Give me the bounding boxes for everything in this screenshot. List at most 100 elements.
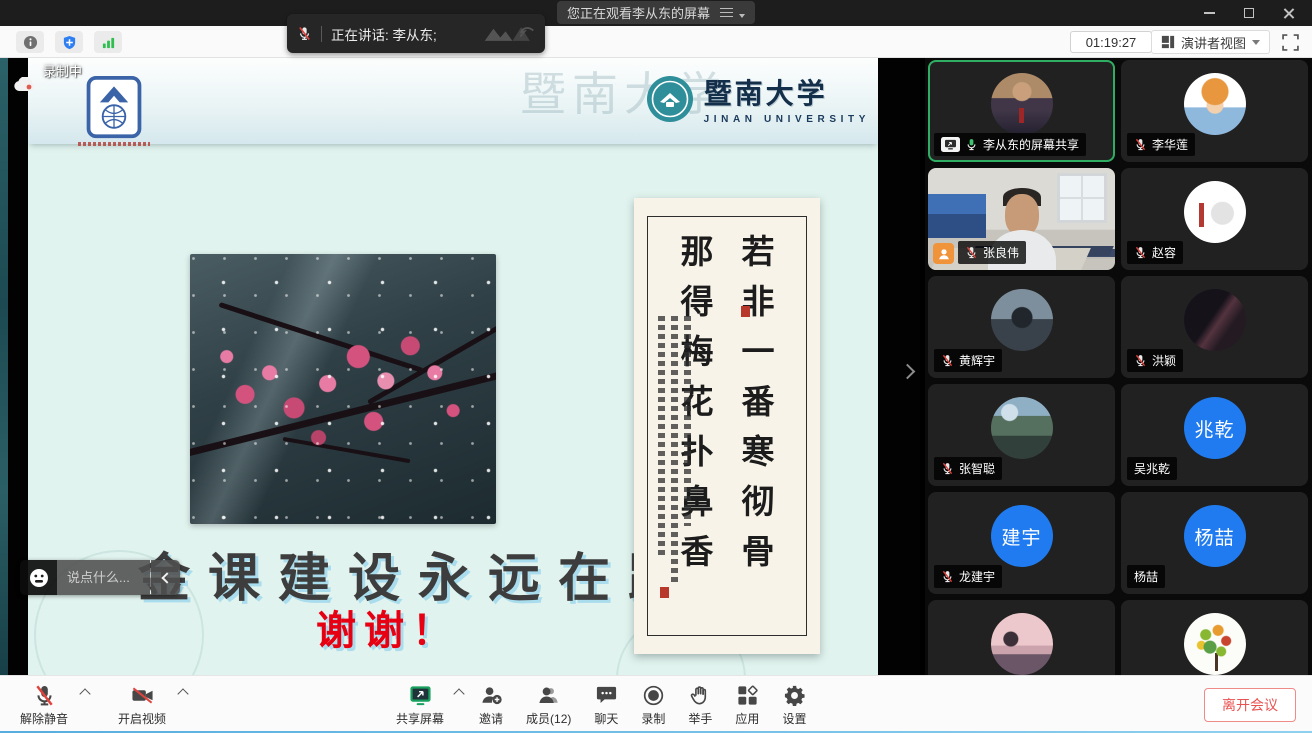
signal-bars-icon xyxy=(101,35,116,50)
meeting-info-button[interactable] xyxy=(16,31,44,53)
participant-tile[interactable]: 张智聪 xyxy=(928,384,1115,486)
status-toolbar: 01:19:27 演讲者视图 xyxy=(0,26,1312,58)
participant-name: 吴兆乾 xyxy=(1134,460,1170,477)
layout-icon xyxy=(1161,35,1175,49)
unmute-button[interactable]: 解除静音 xyxy=(16,676,72,733)
participant-tile-video[interactable]: 张良伟 xyxy=(928,168,1115,270)
chat-input[interactable] xyxy=(67,570,145,585)
leave-meeting-button[interactable]: 离开会议 xyxy=(1204,688,1296,722)
network-quality-button[interactable] xyxy=(94,31,122,53)
chevron-left-icon xyxy=(161,572,172,583)
slide-header: 暨南大学 暨南大学 JINAN UNIVERSITY xyxy=(28,58,878,144)
participant-tile[interactable] xyxy=(1121,600,1308,675)
fullscreen-icon xyxy=(1282,34,1299,51)
smiley-icon xyxy=(29,568,49,588)
participant-name-chip: 杨喆 xyxy=(1127,565,1165,588)
plum-blossom-photo xyxy=(190,254,496,524)
mic-muted-icon xyxy=(941,354,954,367)
collapse-chat-button[interactable] xyxy=(151,560,180,595)
raise-hand-button[interactable]: 举手 xyxy=(684,676,716,733)
annotation-tools-icon xyxy=(483,23,535,45)
shield-icon xyxy=(62,35,77,50)
share-options-caret[interactable] xyxy=(453,688,464,699)
menu-icon[interactable] xyxy=(720,8,733,17)
invite-icon xyxy=(480,684,503,707)
participant-name: 李华莲 xyxy=(1152,136,1188,153)
share-screen-button[interactable]: 共享屏幕 xyxy=(392,676,448,733)
raise-hand-icon xyxy=(689,684,712,707)
maximize-button[interactable] xyxy=(1236,3,1262,23)
avatar xyxy=(991,289,1053,351)
window-controls xyxy=(1196,0,1302,26)
avatar xyxy=(1184,73,1246,135)
maximize-icon xyxy=(1244,8,1254,18)
participant-name: 龙建宇 xyxy=(959,568,995,585)
participant-tile[interactable]: 赵容 xyxy=(1121,168,1308,270)
red-seal xyxy=(660,587,669,598)
participant-name: 张智聪 xyxy=(959,460,995,477)
participant-tile[interactable]: 洪颖 xyxy=(1121,276,1308,378)
watching-screen-banner[interactable]: 您正在观看李从东的屏幕 xyxy=(557,1,755,24)
participant-name-chip: 李华莲 xyxy=(1127,133,1195,156)
mic-muted-icon xyxy=(33,684,56,707)
participant-name-chip: 李从东的屏幕共享 xyxy=(934,133,1086,156)
desktop-edge xyxy=(0,58,8,675)
participant-name-chip: 黄辉宇 xyxy=(934,349,1002,372)
red-seal xyxy=(741,306,750,317)
minimize-button[interactable] xyxy=(1196,3,1222,23)
calligraphy-scroll: 若非一番寒彻骨 那得梅花扑鼻香 xyxy=(634,198,820,654)
invite-button[interactable]: 邀请 xyxy=(475,676,507,733)
apps-button[interactable]: 应用 xyxy=(731,676,763,733)
university-name-cn: 暨南大学 xyxy=(704,72,870,112)
participant-name-chip: 赵容 xyxy=(1127,241,1183,264)
emoji-button[interactable] xyxy=(20,560,57,595)
avatar xyxy=(1184,181,1246,243)
participant-name-chip: 张智聪 xyxy=(934,457,1002,480)
participant-tile[interactable]: 黄辉宇 xyxy=(928,276,1115,378)
gear-icon xyxy=(783,684,806,707)
camera-off-icon xyxy=(131,684,154,707)
chat-button[interactable]: 聊天 xyxy=(590,676,622,733)
chat-icon xyxy=(595,684,618,707)
close-icon xyxy=(1283,7,1295,19)
screen-share-icon xyxy=(941,137,960,152)
video-options-caret[interactable] xyxy=(177,688,188,699)
speaking-label: 正在讲话: 李从东; xyxy=(331,24,437,44)
record-icon xyxy=(642,684,665,707)
record-button[interactable]: 录制 xyxy=(637,676,669,733)
view-mode-button[interactable]: 演讲者视图 xyxy=(1151,30,1270,54)
close-button[interactable] xyxy=(1276,3,1302,23)
settings-button[interactable]: 设置 xyxy=(778,676,810,733)
members-button[interactable]: 成员(12) xyxy=(522,676,575,733)
slide-thanks: 谢谢！ xyxy=(48,598,728,656)
participant-tile[interactable]: 李华莲 xyxy=(1121,60,1308,162)
cloud-recording-icon xyxy=(13,77,37,93)
participants-sidebar: 李从东的屏幕共享 李华莲 张良伟 赵容 xyxy=(925,58,1312,675)
participant-tile-screen-share[interactable]: 李从东的屏幕共享 xyxy=(928,60,1115,162)
participant-tile[interactable]: 兆乾 吴兆乾 xyxy=(1121,384,1308,486)
security-button[interactable] xyxy=(55,31,83,53)
participant-tile[interactable] xyxy=(928,600,1115,675)
participant-name-chip: 吴兆乾 xyxy=(1127,457,1177,480)
mic-muted-icon xyxy=(941,462,954,475)
info-icon xyxy=(23,35,38,50)
fullscreen-button[interactable] xyxy=(1280,32,1300,52)
avatar xyxy=(1184,289,1246,351)
inscription xyxy=(658,316,691,586)
avatar-initials: 兆乾 xyxy=(1184,397,1246,459)
share-screen-icon xyxy=(409,684,432,707)
participant-tile[interactable]: 建宇 龙建宇 xyxy=(928,492,1115,594)
expand-sidebar-chevron[interactable] xyxy=(900,364,916,380)
start-video-button[interactable]: 开启视频 xyxy=(114,676,170,733)
participant-name: 杨喆 xyxy=(1134,568,1158,585)
audio-options-caret[interactable] xyxy=(79,688,90,699)
participant-name: 张良伟 xyxy=(983,244,1019,261)
view-mode-label: 演讲者视图 xyxy=(1181,33,1246,52)
avatar-initials: 杨喆 xyxy=(1184,505,1246,567)
mic-muted-icon xyxy=(1134,138,1147,151)
shared-screen-area: 暨南大学 暨南大学 JINAN UNIVERSITY xyxy=(0,58,920,675)
participant-tile[interactable]: 杨喆 杨喆 xyxy=(1121,492,1308,594)
university-name-en: JINAN UNIVERSITY xyxy=(704,114,870,125)
chevron-down-icon xyxy=(739,14,745,18)
mic-on-icon xyxy=(965,138,978,151)
